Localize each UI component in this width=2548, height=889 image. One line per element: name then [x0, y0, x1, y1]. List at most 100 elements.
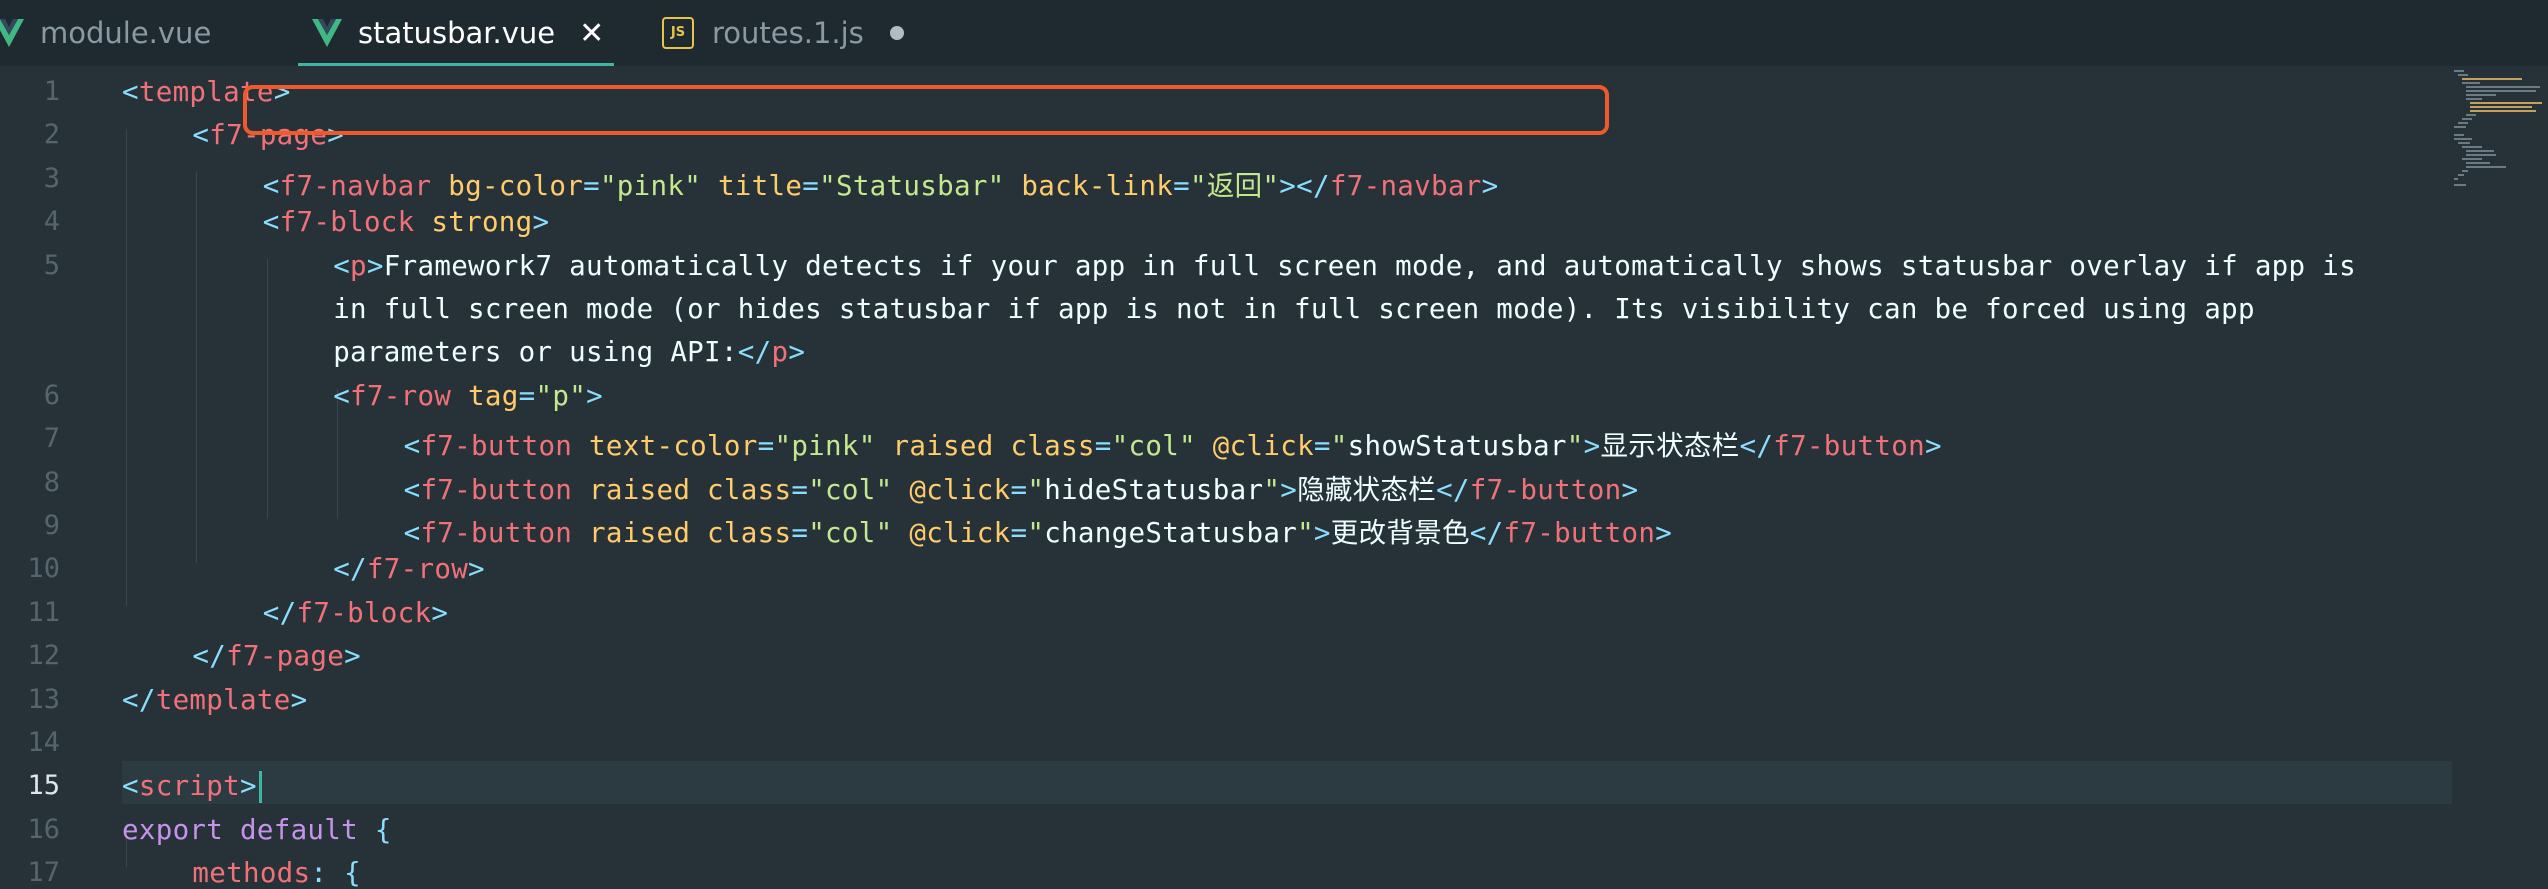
- code-token: @click: [909, 473, 1011, 506]
- code-token: >: [344, 640, 361, 673]
- code-token: </: [1739, 430, 1774, 463]
- code-line: in full screen mode (or hides statusbar …: [333, 293, 2255, 325]
- current-line-highlight: [122, 761, 2452, 804]
- code-token: f7-button: [420, 517, 573, 549]
- code-token: ": [1263, 473, 1281, 506]
- code-token: >: [240, 770, 257, 803]
- line-number: 3: [43, 162, 60, 194]
- line-number: 6: [43, 379, 60, 411]
- code-token: >: [1313, 517, 1331, 549]
- code-token: </: [333, 553, 367, 586]
- line-number: 9: [43, 510, 60, 541]
- code-line: methods: {: [192, 857, 361, 889]
- code-token: >: [586, 379, 603, 412]
- line-number: 1: [43, 76, 60, 107]
- code-line: </f7-block>: [263, 597, 448, 629]
- code-token: >: [366, 249, 384, 282]
- code-line: <f7-block strong>: [263, 206, 550, 238]
- close-icon[interactable]: ✕: [579, 16, 604, 51]
- code-token: <: [262, 206, 280, 239]
- highlight-annotation-box: [243, 85, 1609, 135]
- tab-module-vue[interactable]: module.vue: [0, 0, 211, 66]
- tab-label: statusbar.vue: [358, 16, 556, 50]
- code-token: f7-button: [1503, 517, 1656, 549]
- code-token: <: [333, 379, 351, 412]
- code-token: bg-color: [448, 169, 584, 202]
- code-line: </template>: [122, 684, 307, 716]
- code-token: "col": [808, 517, 893, 549]
- code-token: parameters or using API:: [333, 336, 738, 369]
- line-number: 2: [43, 119, 60, 151]
- code-line: <f7-navbar bg-color="pink" title="Status…: [263, 163, 1499, 203]
- code-token: <: [122, 770, 139, 803]
- code-token: ": [1027, 473, 1045, 506]
- unsaved-dot-icon[interactable]: [889, 26, 904, 40]
- code-line: </f7-row>: [333, 553, 485, 585]
- code-token: ": [1566, 430, 1584, 463]
- code-token: f7-button: [420, 473, 573, 506]
- code-token: =: [518, 379, 536, 412]
- code-token: changeStatusbar: [1044, 517, 1298, 549]
- code-token: p: [771, 336, 789, 369]
- code-token: =: [583, 169, 600, 202]
- code-token: class: [1010, 430, 1095, 463]
- code-token: back-link: [1021, 169, 1174, 202]
- tab-routes-js[interactable]: JS routes.1.js: [662, 0, 904, 66]
- line-number: 14: [27, 727, 60, 758]
- code-token: strong: [431, 206, 533, 239]
- minimap[interactable]: [2452, 66, 2548, 226]
- code-line: <f7-button raised class="col" @click="ch…: [404, 510, 1672, 550]
- tab-label: module.vue: [40, 16, 212, 50]
- code-token: showStatusbar: [1347, 430, 1567, 463]
- code-token: ": [1297, 517, 1314, 549]
- code-token: >: [1924, 430, 1942, 463]
- line-number: 7: [43, 423, 60, 455]
- code-token: f7-navbar: [279, 169, 432, 202]
- code-token: </: [122, 683, 156, 716]
- code-token: </: [1436, 473, 1470, 506]
- code-token: {: [374, 813, 392, 846]
- code-token: f7-page: [226, 640, 345, 673]
- tab-label: routes.1.js: [712, 16, 864, 50]
- code-token: =: [1094, 430, 1112, 463]
- code-token: =: [791, 473, 809, 506]
- js-file-icon: JS: [662, 17, 694, 49]
- tab-statusbar-vue[interactable]: statusbar.vue ✕: [297, 0, 615, 66]
- code-token: =: [1173, 169, 1190, 202]
- code-token: "pink": [599, 169, 702, 202]
- code-token: export: [122, 813, 224, 846]
- code-token: >: [1280, 473, 1298, 506]
- code-token: @click: [1212, 430, 1314, 463]
- code-token: <: [403, 517, 421, 549]
- code-editor[interactable]: 1 2 3 4 5 6 7 8 9 10 11 12 13 14 15 16 17 <template> <f7-…: [0, 66, 2548, 889]
- line-number: 5: [43, 249, 60, 281]
- code-line: </f7-page>: [192, 640, 361, 672]
- code-token: </: [192, 640, 227, 673]
- code-token: f7-block: [279, 206, 415, 239]
- code-token: <: [403, 430, 421, 463]
- line-number: 15: [27, 770, 60, 802]
- code-token: =: [802, 169, 820, 202]
- code-token: ": [1330, 430, 1348, 463]
- code-token: <: [262, 169, 280, 202]
- vue-icon: [312, 19, 342, 47]
- code-token: >: [1583, 430, 1601, 463]
- code-token: title: [717, 169, 803, 202]
- indent-guide: [266, 259, 268, 520]
- code-token: p: [350, 249, 367, 282]
- code-token: =: [1010, 473, 1028, 506]
- code-token: Framework7 automatically detects if your…: [383, 249, 2356, 282]
- code-line: <p>Framework7 automatically detects if y…: [333, 250, 2356, 282]
- code-token: 隐藏状态栏: [1297, 473, 1437, 506]
